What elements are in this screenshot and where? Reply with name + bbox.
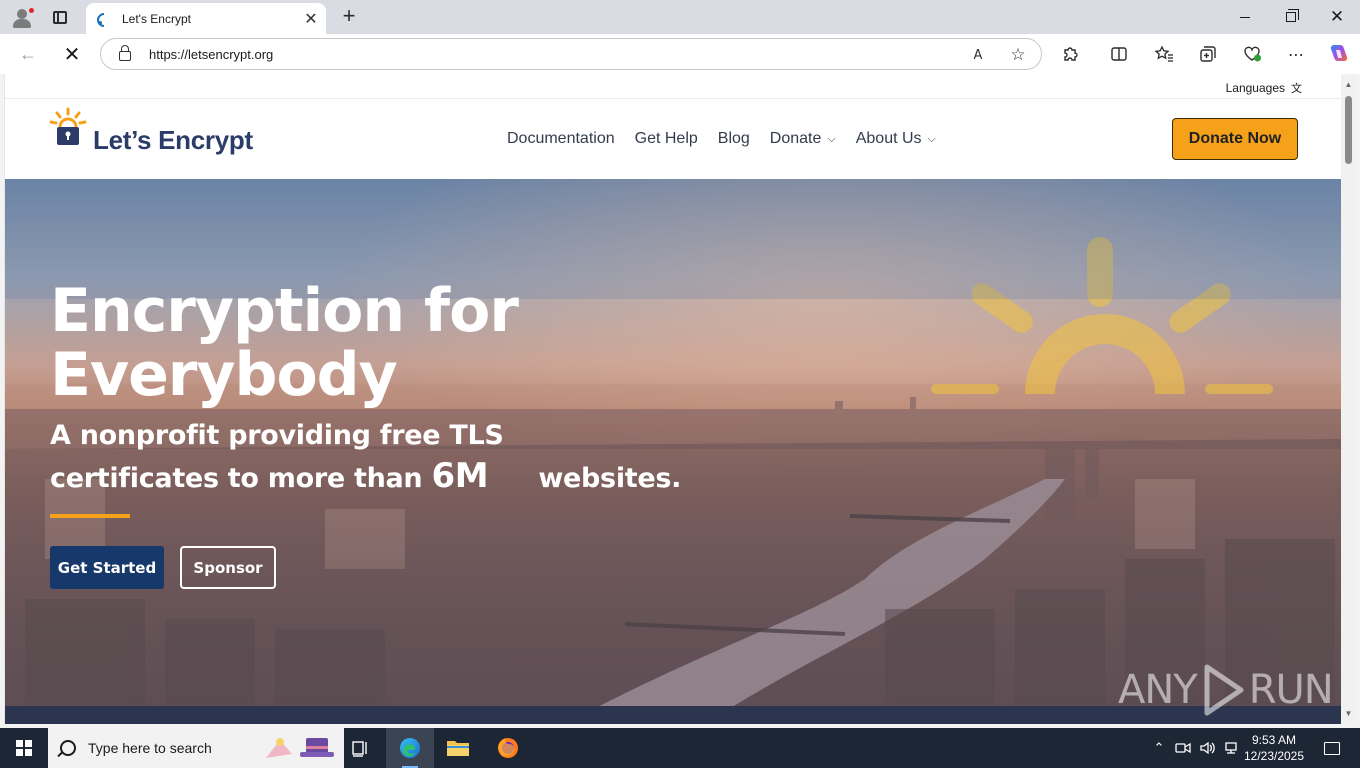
donate-now-button[interactable]: Donate Now xyxy=(1172,118,1298,160)
taskbar-clock[interactable]: 9:53 AM 12/23/2025 xyxy=(1238,730,1310,766)
edge-browser-icon xyxy=(400,738,420,758)
languages-selector[interactable]: Languages 文 xyxy=(1226,80,1302,96)
browser-toolbar: ← ✕ A ☆ ⋯ xyxy=(0,34,1360,74)
nav-documentation-label: Documentation xyxy=(507,130,615,147)
search-highlight-illustration-icon xyxy=(266,738,334,758)
languages-label: Languages xyxy=(1225,81,1285,95)
window-restore-button[interactable] xyxy=(1268,0,1314,34)
windows-taskbar: Type here to search ⌃ 9:53 AM 12/23/2025 xyxy=(0,728,1360,768)
add-favorite-star-icon[interactable]: ☆ xyxy=(1007,44,1029,66)
page-viewport: Languages 文 Let’s Encrypt Documentation … xyxy=(4,74,1341,724)
scroll-up-icon[interactable]: ▲ xyxy=(1344,80,1353,89)
nav-documentation[interactable]: Documentation xyxy=(507,130,615,148)
watermark-left: ANY xyxy=(1118,667,1198,713)
start-button[interactable] xyxy=(0,728,48,768)
task-view-button[interactable] xyxy=(336,728,384,768)
hero-website-count: 6M xyxy=(431,456,489,496)
hero-section: Encryption for Everybody A nonprofit pro… xyxy=(5,179,1341,724)
clock-time: 9:53 AM xyxy=(1251,733,1297,747)
nav-about-us[interactable]: About Us ⌵ xyxy=(856,130,936,148)
nav-get-help[interactable]: Get Help xyxy=(635,130,698,148)
lock-sun-logo-icon xyxy=(49,107,87,145)
hero-subtitle-post: websites. xyxy=(538,463,682,494)
profile-avatar-icon[interactable] xyxy=(8,4,36,30)
notification-center-button[interactable] xyxy=(1312,728,1352,768)
taskbar-edge[interactable] xyxy=(386,728,434,768)
new-tab-button[interactable]: + xyxy=(336,4,362,30)
read-aloud-icon[interactable]: A xyxy=(967,44,989,66)
window-close-button[interactable]: ✕ xyxy=(1314,0,1360,34)
notification-icon xyxy=(1324,741,1340,755)
file-explorer-icon xyxy=(447,741,469,756)
watermark-right: RUN xyxy=(1248,667,1334,713)
taskbar-firefox[interactable] xyxy=(484,728,532,768)
window-minimize-button[interactable] xyxy=(1222,0,1268,34)
tab-close-icon[interactable]: ✕ xyxy=(300,8,322,30)
clock-date: 12/23/2025 xyxy=(1243,749,1305,763)
nav-blog-label: Blog xyxy=(717,130,750,147)
translate-icon: 文 xyxy=(1291,82,1302,95)
lets-encrypt-logo[interactable]: Let’s Encrypt xyxy=(49,107,259,165)
languages-bar: Languages 文 xyxy=(5,74,1341,99)
more-options-ellipsis-icon[interactable]: ⋯ xyxy=(1282,40,1310,68)
play-logo-icon xyxy=(1204,664,1244,716)
tab-lets-encrypt[interactable]: Let's Encrypt ✕ xyxy=(86,3,326,34)
page-scrollbar[interactable]: ▲ ▼ xyxy=(1341,74,1356,724)
taskbar-search-placeholder: Type here to search xyxy=(88,740,212,756)
browser-essentials-heart-icon[interactable] xyxy=(1238,40,1266,68)
speaker-volume-icon[interactable] xyxy=(1196,728,1218,768)
taskbar-file-explorer[interactable] xyxy=(434,728,482,768)
windows-logo-icon xyxy=(16,740,32,756)
nav-blog[interactable]: Blog xyxy=(718,130,750,148)
site-header: Let’s Encrypt Documentation Get Help Blo… xyxy=(5,99,1341,179)
split-screen-icon[interactable] xyxy=(1105,40,1133,68)
nav-get-help-label: Get Help xyxy=(634,130,698,147)
scroll-down-icon[interactable]: ▼ xyxy=(1344,709,1353,718)
nav-donate[interactable]: Donate ⌵ xyxy=(770,130,836,148)
lets-encrypt-favicon-icon xyxy=(96,12,110,26)
nav-about-us-label: About Us xyxy=(855,130,922,147)
show-hidden-icons-chevron-up-icon[interactable]: ⌃ xyxy=(1148,728,1170,768)
main-navigation: Documentation Get Help Blog Donate ⌵ Abou… xyxy=(507,130,936,148)
hero-subtitle: A nonprofit providing free TLS certifica… xyxy=(50,415,690,499)
url-input[interactable] xyxy=(149,46,849,62)
search-icon xyxy=(60,740,76,756)
back-button[interactable]: ← xyxy=(13,39,43,69)
stop-loading-button[interactable]: ✕ xyxy=(57,39,87,69)
tab-actions-icon[interactable] xyxy=(46,5,74,29)
get-started-button[interactable]: Get Started xyxy=(50,546,164,589)
chevron-down-icon: ⌵ xyxy=(827,132,836,145)
hero-subtitle-pre: certificates to more than xyxy=(50,463,432,494)
hero-subtitle-line1: A nonprofit providing free TLS xyxy=(50,420,504,451)
tab-title: Let's Encrypt xyxy=(122,11,191,26)
browser-tab-bar: Let's Encrypt ✕ + ✕ xyxy=(0,0,1360,34)
hero-accent-rule xyxy=(50,514,130,518)
anyrun-watermark: ANY RUN xyxy=(1118,660,1334,720)
address-bar[interactable]: A ☆ xyxy=(100,38,1042,70)
lock-icon[interactable] xyxy=(119,45,131,61)
firefox-icon xyxy=(498,738,518,758)
copilot-icon[interactable] xyxy=(1324,40,1352,68)
favorites-icon[interactable] xyxy=(1150,40,1178,68)
chevron-down-icon: ⌵ xyxy=(927,132,936,145)
sponsor-button[interactable]: Sponsor xyxy=(180,546,276,589)
brand-name: Let’s Encrypt xyxy=(93,125,253,155)
hero-title: Encryption for Everybody xyxy=(50,276,519,410)
extensions-puzzle-icon[interactable] xyxy=(1057,40,1085,68)
scrollbar-thumb[interactable] xyxy=(1345,96,1352,164)
nav-donate-label: Donate xyxy=(769,130,822,147)
collections-icon[interactable] xyxy=(1194,40,1222,68)
taskbar-search-box[interactable]: Type here to search xyxy=(48,728,344,768)
task-view-icon xyxy=(352,741,367,757)
meet-now-icon[interactable] xyxy=(1172,728,1194,768)
